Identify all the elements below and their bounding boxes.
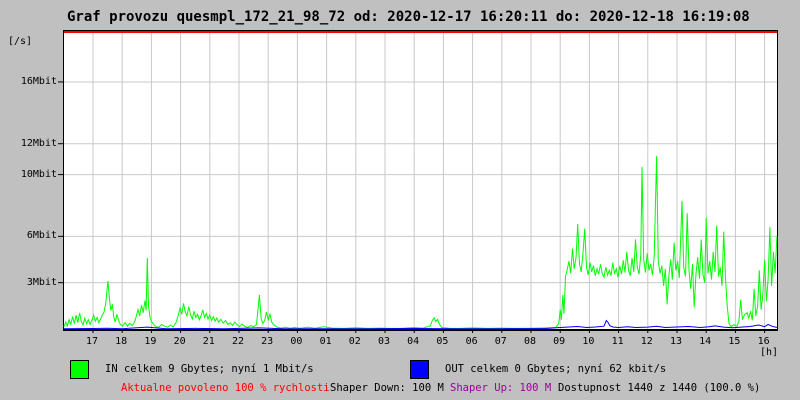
y-tick-label: 16Mbit	[20, 76, 57, 87]
x-tick-label: 11	[611, 336, 624, 347]
in-legend-label: IN celkem 9 Gbytes; nyní 1 Mbit/s	[105, 363, 314, 375]
graph-title: Graf provozu quesmpl_172_21_98_72 od: 20…	[67, 9, 750, 25]
shaper-up-status: Shaper Up: 100 M	[450, 382, 552, 394]
x-tick-label: 19	[144, 336, 157, 347]
x-tick-label: 13	[669, 336, 683, 347]
x-tick-label: 08	[523, 336, 537, 347]
x-tick-label: 00	[290, 336, 303, 347]
in-legend-swatch	[70, 360, 89, 379]
x-tick-label: 16	[757, 336, 770, 347]
y-tick-label: 10Mbit	[20, 169, 57, 180]
y-tick-label: 12Mbit	[20, 138, 57, 149]
x-tick-label: 10	[582, 336, 595, 347]
x-tick-label: 01	[319, 336, 332, 347]
x-axis-unit-label: [h]	[760, 347, 779, 358]
out-legend-label: OUT celkem 0 Gbytes; nyní 62 kbit/s	[445, 363, 667, 375]
y-axis-unit-label: [/s]	[8, 36, 33, 47]
x-tick-label: 21	[202, 336, 215, 347]
y-tick-label: 6Mbit	[26, 230, 57, 241]
x-tick-label: 03	[377, 336, 391, 347]
out-legend-swatch	[410, 360, 429, 379]
availability-status: Dostupnost 1440 z 1440 (100.0 %)	[558, 382, 761, 394]
x-tick-label: 06	[465, 336, 478, 347]
x-tick-label: 02	[348, 336, 361, 347]
x-tick-label: 07	[494, 336, 507, 347]
x-tick-label: 14	[699, 336, 712, 347]
x-tick-label: 04	[407, 336, 420, 347]
x-tick-label: 20	[173, 336, 186, 347]
plot-area	[58, 30, 778, 333]
x-tick-label: 09	[553, 336, 566, 347]
shaper-down-status: Shaper Down: 100 M	[330, 382, 444, 394]
x-tick-label: 17	[85, 336, 99, 347]
allowed-speed-status: Aktualne povoleno 100 % rychlosti	[121, 382, 330, 394]
x-tick-label: 23	[261, 336, 274, 347]
traffic-graph-window: Graf provozu quesmpl_172_21_98_72 od: 20…	[0, 0, 800, 400]
x-tick-label: 05	[436, 336, 449, 347]
x-tick-label: 22	[231, 336, 245, 347]
x-tick-label: 18	[115, 336, 128, 347]
y-tick-label: 3Mbit	[26, 277, 57, 288]
in-traffic-line	[63, 156, 778, 329]
x-tick-label: 12	[640, 336, 653, 347]
x-tick-label: 15	[728, 336, 741, 347]
traffic-chart-svg	[58, 31, 778, 333]
